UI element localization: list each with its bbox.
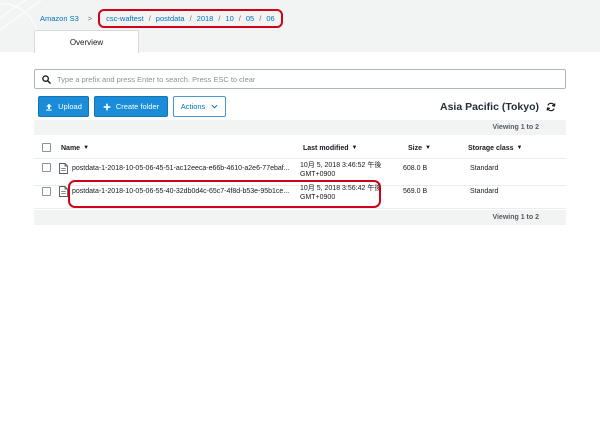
breadcrumb-segment-month[interactable]: 10 <box>225 14 233 23</box>
breadcrumb-segment-day[interactable]: 05 <box>246 14 254 23</box>
search-input[interactable] <box>57 71 565 87</box>
storage-class-cell: Standard <box>470 164 499 172</box>
breadcrumb-path: csc-waftest / postdata / 2018 / 10 / 05 … <box>98 8 283 28</box>
viewing-status-bottom: Viewing 1 to 2 <box>34 210 566 225</box>
select-all-checkbox[interactable] <box>42 143 51 152</box>
last-modified-date: 10月 5, 2018 3:56:42 午後 <box>300 185 382 192</box>
last-modified-cell: 10月 5, 2018 3:56:42 午後 GMT+0900 <box>300 182 381 204</box>
file-icon <box>59 162 68 174</box>
breadcrumb-separator: / <box>238 13 241 23</box>
upload-button[interactable]: Upload <box>38 96 89 117</box>
column-header-label: Last modified <box>303 144 349 152</box>
chevron-down-icon <box>211 104 218 109</box>
column-header-last-modified[interactable]: Last modified ▼ <box>303 137 357 159</box>
row-checkbox[interactable] <box>42 163 51 172</box>
last-modified-timezone: GMT+0900 <box>300 194 336 201</box>
upload-label: Upload <box>58 102 82 111</box>
create-folder-button[interactable]: Create folder <box>94 96 168 117</box>
breadcrumb-separator: / <box>259 13 262 23</box>
sort-icon: ▼ <box>425 145 431 151</box>
table-row: postdata-1-2018-10-05-06-55-40-32db0d4c-… <box>34 182 566 209</box>
column-header-label: Storage class <box>468 144 514 152</box>
column-header-label: Size <box>408 144 423 152</box>
column-header-name[interactable]: Name ▼ <box>61 137 89 159</box>
breadcrumb-segment-postdata[interactable]: postdata <box>156 14 185 23</box>
search-box <box>34 69 566 89</box>
column-header-label: Name <box>61 144 81 152</box>
breadcrumb-segment-hour[interactable]: 06 <box>266 14 274 23</box>
search-icon <box>35 70 57 88</box>
actions-dropdown[interactable]: Actions <box>173 96 226 117</box>
size-cell: 569.0 B <box>403 188 428 195</box>
region-label: Asia Pacific (Tokyo) <box>439 101 539 113</box>
upload-icon <box>45 103 53 111</box>
sort-icon: ▼ <box>351 145 358 151</box>
storage-class-cell: Standard <box>470 188 499 195</box>
sort-icon: ▼ <box>516 145 523 151</box>
column-header-size[interactable]: Size ▼ <box>408 137 431 159</box>
breadcrumb-separator: / <box>189 13 192 23</box>
file-name-link[interactable]: postdata-1-2018-10-05-06-55-40-32db0d4c-… <box>72 188 289 195</box>
viewing-count: Viewing 1 to 2 <box>492 214 539 221</box>
refresh-icon[interactable] <box>545 101 557 113</box>
tab-overview[interactable]: Overview <box>34 30 139 53</box>
viewing-count: Viewing 1 to 2 <box>492 124 539 131</box>
breadcrumb-separator: / <box>148 13 151 23</box>
breadcrumb-segment-year[interactable]: 2018 <box>197 14 214 23</box>
breadcrumb-root-link[interactable]: Amazon S3 <box>40 14 79 23</box>
size-cell: 608.0 B <box>403 164 428 172</box>
breadcrumb-caret: > <box>87 13 93 23</box>
file-icon <box>59 186 68 197</box>
viewing-status-top: Viewing 1 to 2 <box>34 120 566 135</box>
column-header-storage-class[interactable]: Storage class ▼ <box>468 137 522 159</box>
plus-icon <box>103 103 111 111</box>
create-folder-label: Create folder <box>115 102 160 111</box>
last-modified-date: 10月 5, 2018 3:46:52 午後 <box>300 162 382 169</box>
table-header: Name ▼ Last modified ▼ Size ▼ Storage cl… <box>34 137 566 159</box>
sort-icon: ▼ <box>83 145 90 151</box>
last-modified-cell: 10月 5, 2018 3:46:52 午後 GMT+0900 <box>300 159 381 181</box>
actions-label: Actions <box>180 102 206 111</box>
breadcrumb-separator: / <box>218 13 221 23</box>
row-checkbox[interactable] <box>42 187 51 196</box>
breadcrumb: Amazon S3 > csc-waftest / postdata / 201… <box>40 8 283 28</box>
file-name-link[interactable]: postdata-1-2018-10-05-06-45-51-ac12eeca-… <box>72 165 290 172</box>
file-name-cell[interactable]: postdata-1-2018-10-05-06-55-40-32db0d4c-… <box>59 182 289 201</box>
last-modified-timezone: GMT+0900 <box>300 171 336 178</box>
file-name-cell[interactable]: postdata-1-2018-10-05-06-45-51-ac12eeca-… <box>59 159 290 177</box>
breadcrumb-segment-bucket[interactable]: csc-waftest <box>106 14 144 23</box>
